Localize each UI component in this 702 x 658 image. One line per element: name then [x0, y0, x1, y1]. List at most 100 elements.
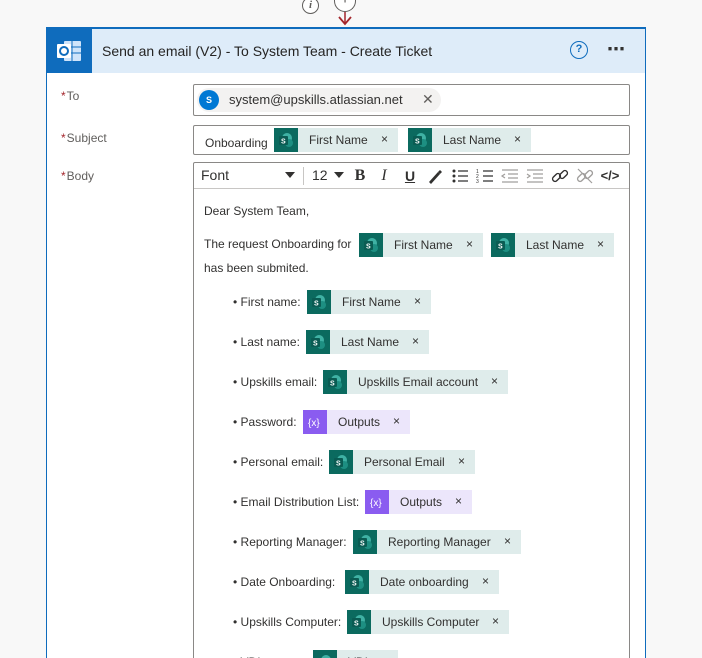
dynamic-content-token[interactable]: S Last Name × — [491, 233, 614, 257]
dynamic-content-token[interactable]: S Reporting Manager × — [353, 530, 521, 554]
unlink-icon[interactable] — [575, 166, 595, 186]
code-view-icon[interactable]: </> — [600, 166, 620, 186]
sharepoint-icon: S — [274, 128, 298, 152]
plus-icon[interactable]: + — [334, 0, 356, 12]
dynamic-content-token[interactable]: S First Name × — [307, 290, 431, 314]
remove-recipient-icon[interactable]: ✕ — [422, 91, 434, 108]
list-item: • Upskills Computer: — [233, 615, 342, 629]
svg-text:S: S — [330, 381, 335, 388]
sharepoint-icon: S — [353, 530, 377, 554]
dynamic-content-token[interactable]: S Personal Email × — [329, 450, 475, 474]
font-caret-icon[interactable] — [285, 172, 295, 178]
bold-icon[interactable]: B — [350, 166, 370, 186]
list-item: • First name: — [233, 295, 301, 309]
toolbar-divider — [303, 167, 304, 185]
svg-text:S: S — [366, 244, 371, 251]
card-header[interactable]: Send an email (V2) - To System Team - Cr… — [47, 29, 645, 73]
sharepoint-icon: S — [491, 233, 515, 257]
bullet-list-icon[interactable] — [450, 166, 470, 186]
italic-icon[interactable]: I — [374, 166, 394, 186]
decrease-indent-icon[interactable] — [500, 166, 520, 186]
arrow-down-icon — [338, 12, 352, 26]
svg-text:{x}: {x} — [370, 498, 382, 509]
svg-text:{x}: {x} — [308, 418, 320, 429]
remove-token-icon[interactable]: × — [381, 654, 388, 658]
sharepoint-icon: S — [345, 570, 369, 594]
sharepoint-icon: S — [307, 290, 331, 314]
dynamic-content-token[interactable]: S Upskills Computer × — [347, 610, 509, 634]
sharepoint-icon: S — [408, 128, 432, 152]
to-label: *To — [61, 89, 80, 103]
info-icon[interactable]: i — [302, 0, 319, 14]
editor-toolbar: Font 12 B I U 123 </> — [194, 163, 629, 189]
sharepoint-icon: S — [313, 650, 337, 658]
dynamic-content-token[interactable]: S Last Name × — [306, 330, 429, 354]
dynamic-content-token[interactable]: {x} Outputs × — [365, 490, 472, 514]
underline-icon[interactable]: U — [400, 166, 420, 186]
body-editor[interactable]: Font 12 B I U 123 </> Dear System Team, … — [193, 162, 630, 658]
remove-token-icon[interactable]: × — [466, 237, 473, 251]
dynamic-content-token[interactable]: S Upskills Email account × — [323, 370, 508, 394]
dynamic-content-token[interactable]: S First Name × — [359, 233, 483, 257]
body-label: *Body — [61, 169, 95, 183]
list-item: • Upskills email: — [233, 375, 318, 389]
sharepoint-icon: S — [347, 610, 371, 634]
remove-token-icon[interactable]: × — [412, 334, 419, 348]
remove-token-icon[interactable]: × — [381, 132, 388, 146]
variable-icon: {x} — [365, 490, 389, 514]
subject-prefix: Onboarding — [205, 136, 268, 150]
font-select[interactable]: Font — [201, 167, 229, 183]
remove-token-icon[interactable]: × — [504, 534, 511, 548]
remove-token-icon[interactable]: × — [492, 614, 499, 628]
increase-indent-icon[interactable] — [525, 166, 545, 186]
token-label: Last Name — [526, 238, 585, 252]
token-label: Personal Email — [364, 455, 445, 469]
token-label: Last Name — [341, 335, 400, 349]
list-item: • Password: — [233, 415, 297, 429]
token-label: First Name — [309, 133, 368, 147]
remove-token-icon[interactable]: × — [482, 574, 489, 588]
sharepoint-icon: S — [329, 450, 353, 474]
subject-label: *Subject — [61, 131, 107, 145]
dynamic-content-token[interactable]: {x} Outputs × — [303, 410, 410, 434]
sharepoint-icon: S — [359, 233, 383, 257]
token-label: Reporting Manager — [388, 535, 491, 549]
remove-token-icon[interactable]: × — [514, 132, 521, 146]
svg-text:S: S — [498, 244, 503, 251]
size-caret-icon[interactable] — [334, 172, 344, 178]
more-options-icon[interactable]: ⋯ — [607, 39, 626, 60]
token-label: First Name — [394, 238, 453, 252]
remove-token-icon[interactable]: × — [414, 294, 421, 308]
dynamic-content-token[interactable]: S First Name × — [274, 128, 398, 152]
remove-token-icon[interactable]: × — [597, 237, 604, 251]
svg-text:S: S — [313, 341, 318, 348]
dynamic-content-token[interactable]: S Date onboarding × — [345, 570, 499, 594]
remove-token-icon[interactable]: × — [393, 414, 400, 428]
remove-token-icon[interactable]: × — [455, 494, 462, 508]
token-label: Date onboarding — [380, 575, 469, 589]
to-field[interactable]: S system@upskills.atlassian.net ✕ — [193, 84, 630, 116]
recipient-pill[interactable]: S system@upskills.atlassian.net ✕ — [197, 88, 441, 112]
numbered-list-icon[interactable]: 123 — [475, 166, 495, 186]
avatar: S — [199, 90, 219, 110]
help-icon[interactable]: ? — [570, 41, 588, 59]
font-size-select[interactable]: 12 — [312, 167, 328, 183]
remove-token-icon[interactable]: × — [491, 374, 498, 388]
token-label: Outputs — [338, 415, 381, 429]
list-item: • Personal email: — [233, 455, 324, 469]
variable-icon: {x} — [303, 410, 327, 434]
svg-text:S: S — [354, 621, 359, 628]
dynamic-content-token[interactable]: SVDI× — [313, 650, 398, 658]
link-icon[interactable] — [550, 166, 570, 186]
remove-token-icon[interactable]: × — [458, 454, 465, 468]
highlight-icon[interactable] — [425, 166, 445, 186]
token-label: Outputs — [400, 495, 443, 509]
subject-field[interactable]: Onboarding S First Name × S Last Name × — [193, 125, 630, 155]
dynamic-content-token[interactable]: S Last Name × — [408, 128, 531, 152]
body-line2: has been submited. — [204, 261, 309, 275]
body-line1: The request Onboarding for — [204, 237, 352, 251]
recipient-email: system@upskills.atlassian.net — [229, 92, 403, 107]
card-title: Send an email (V2) - To System Team - Cr… — [102, 43, 433, 59]
svg-text:S: S — [360, 541, 365, 548]
list-item: • Date Onboarding: — [233, 575, 336, 589]
